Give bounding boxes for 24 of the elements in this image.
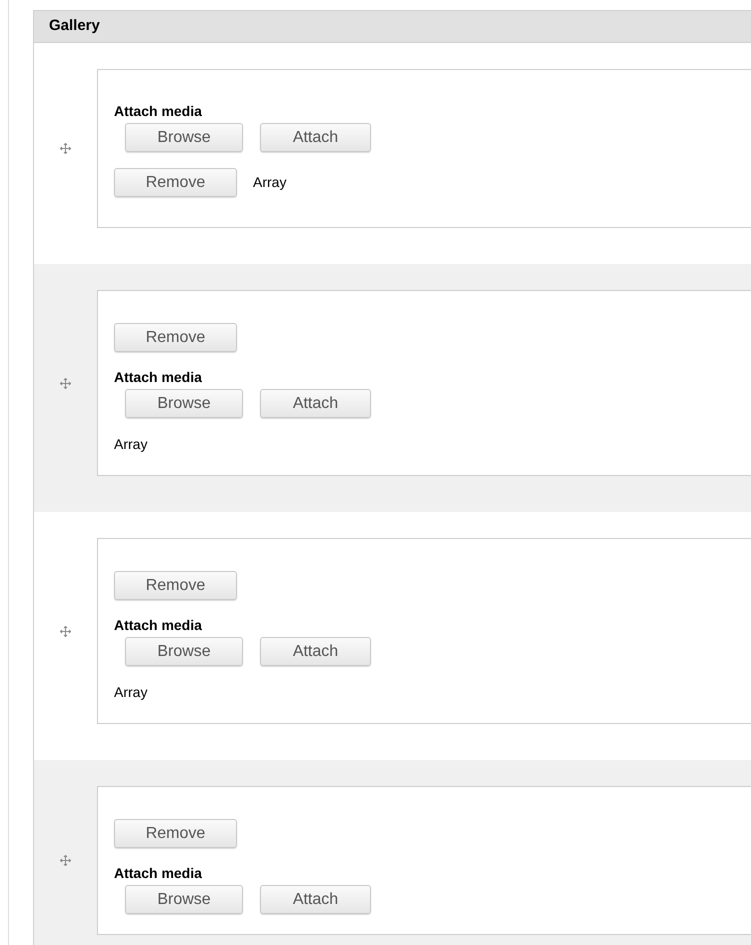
remove-button[interactable]: Remove (114, 571, 237, 600)
media-button[interactable]: Browse (125, 637, 243, 666)
media-button[interactable]: Attach (260, 389, 371, 418)
value-text: Array (253, 173, 286, 192)
field-label: Attach media (114, 368, 203, 386)
move-icon[interactable] (60, 143, 71, 154)
remove-button[interactable]: Remove (114, 819, 237, 848)
value-text: Array (114, 683, 148, 702)
value-text: Array (114, 435, 148, 454)
move-icon[interactable] (60, 378, 71, 388)
media-button[interactable]: Attach (260, 885, 371, 914)
field-label: Attach media (114, 616, 203, 634)
remove-button[interactable]: Remove (114, 168, 237, 197)
move-icon[interactable] (60, 855, 71, 866)
media-button[interactable]: Browse (125, 389, 243, 418)
field-label: Attach media (114, 864, 203, 882)
media-button[interactable]: Attach (260, 637, 371, 666)
media-button[interactable]: Browse (125, 123, 243, 152)
table-title: Gallery (49, 16, 100, 36)
media-button[interactable]: Browse (125, 885, 243, 914)
field-label: Attach media (114, 102, 203, 120)
remove-button[interactable]: Remove (114, 323, 237, 352)
move-icon[interactable] (60, 626, 71, 636)
media-button[interactable]: Attach (260, 123, 371, 152)
